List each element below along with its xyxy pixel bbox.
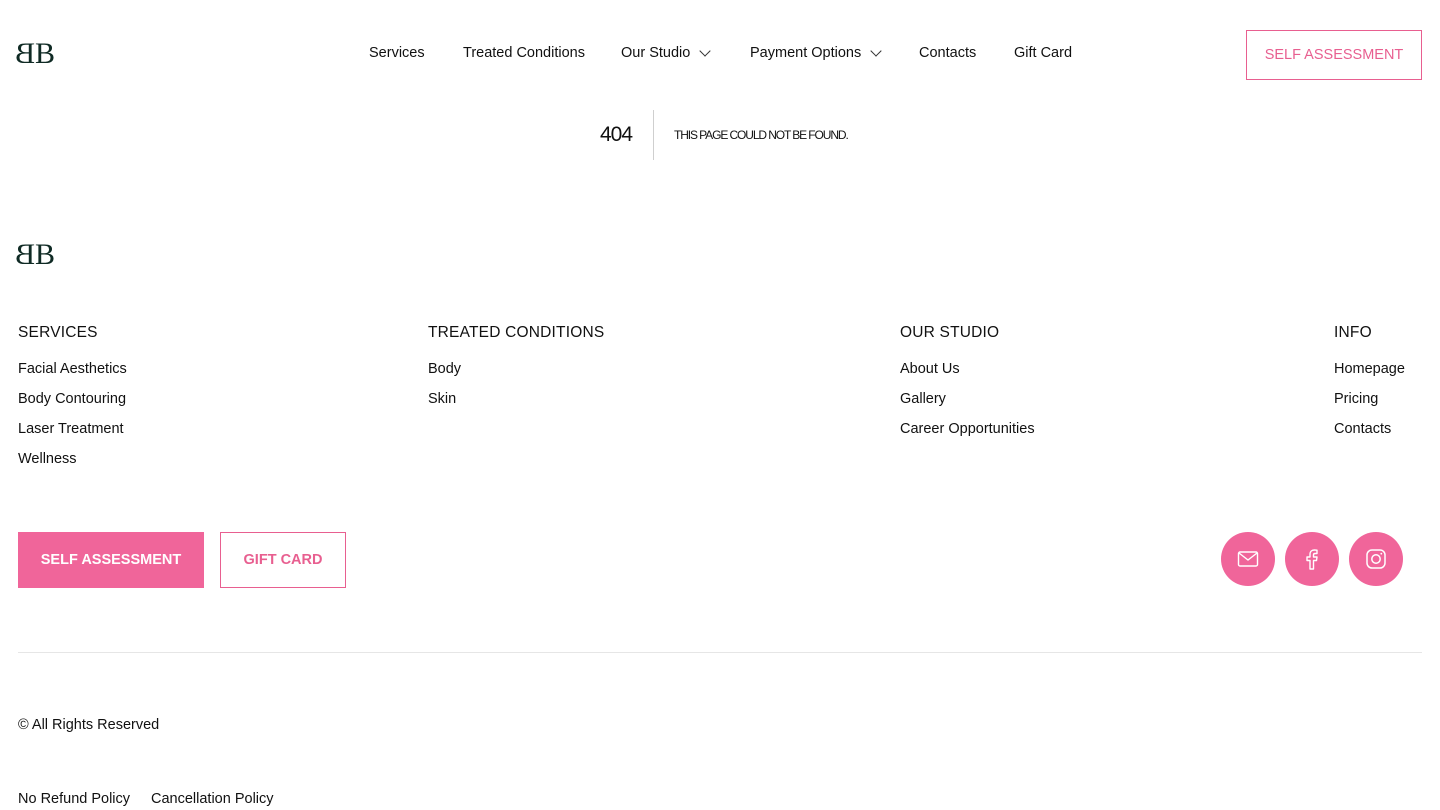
footer-logo[interactable]: BB [18,238,55,271]
main-nav: Services Treated Conditions Our Studio P… [0,44,1440,65]
error-code: 404 [600,123,633,146]
footer-column-treated-conditions: TREATED CONDITIONS Body Skin [428,324,604,422]
nav-treated-conditions[interactable]: Treated Conditions [463,45,585,61]
footer-link-gallery[interactable]: Gallery [900,392,1035,422]
error-message: THIS PAGE COULD NOT BE FOUND. [674,128,849,142]
footer-link-wellness[interactable]: Wellness [18,452,127,482]
facebook-icon[interactable] [1285,532,1339,586]
nav-payment-options[interactable]: Payment Options [750,44,882,61]
footer-link-skin[interactable]: Skin [428,392,604,422]
nav-our-studio[interactable]: Our Studio [621,44,711,61]
footer-column-info: INFO Homepage Pricing Contacts [1334,324,1405,452]
chevron-down-icon [870,44,882,57]
nav-gift-card[interactable]: Gift Card [1014,45,1072,61]
footer-column-title: OUR STUDIO [900,324,1000,341]
footer-link-contacts[interactable]: Contacts [1334,422,1405,452]
chevron-down-icon [699,44,711,57]
footer-gift-card-button[interactable]: GIFT CARD [220,532,346,588]
footer-link-pricing[interactable]: Pricing [1334,392,1405,422]
error-divider [653,110,654,160]
footer-link-homepage[interactable]: Homepage [1334,362,1405,392]
copyright-text: © All Rights Reserved [18,717,160,733]
footer-link-body[interactable]: Body [428,362,604,392]
footer-link-body-contouring[interactable]: Body Contouring [18,392,127,422]
footer-link-about-us[interactable]: About Us [900,362,1035,392]
no-refund-policy-link[interactable]: No Refund Policy [18,791,130,807]
footer-column-title: SERVICES [18,324,98,341]
footer-column-our-studio: OUR STUDIO About Us Gallery Career Oppor… [900,324,1035,452]
mail-icon[interactable] [1221,532,1275,586]
footer-link-facial-aesthetics[interactable]: Facial Aesthetics [18,362,127,392]
site-header: BB Services Treated Conditions Our Studi… [0,0,1440,110]
footer-link-career-opportunities[interactable]: Career Opportunities [900,422,1035,452]
footer-column-title: TREATED CONDITIONS [428,324,605,341]
cancellation-policy-link[interactable]: Cancellation Policy [151,791,274,807]
nav-contacts[interactable]: Contacts [919,45,976,61]
instagram-icon[interactable] [1349,532,1403,586]
footer-self-assessment-button[interactable]: SELF ASSESSMENT [18,532,204,588]
footer-column-title: INFO [1334,324,1372,341]
footer-column-services: SERVICES Facial Aesthetics Body Contouri… [18,324,127,482]
nav-services[interactable]: Services [369,45,425,61]
footer-divider [18,652,1422,653]
footer-link-laser-treatment[interactable]: Laser Treatment [18,422,127,452]
self-assessment-button[interactable]: SELF ASSESSMENT [1246,30,1422,80]
